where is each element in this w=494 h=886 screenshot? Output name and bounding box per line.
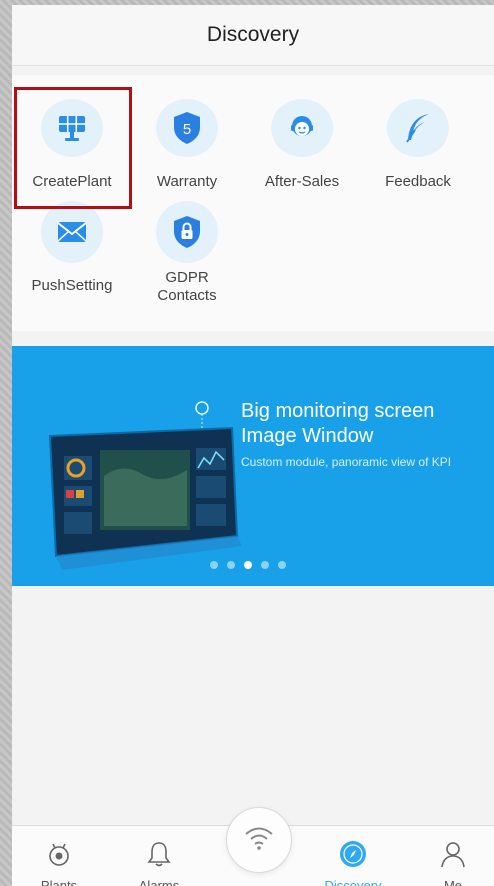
app-screen: Discovery CreatePlant 5 Warranty After-S… bbox=[12, 5, 494, 886]
carousel-dot-active[interactable] bbox=[244, 561, 252, 569]
pushsetting-tile[interactable]: PushSetting bbox=[14, 193, 130, 309]
carousel-dot[interactable] bbox=[278, 561, 286, 569]
feedback-tile[interactable]: Feedback bbox=[360, 75, 476, 191]
tab-plants[interactable]: Plants bbox=[14, 826, 104, 886]
tab-alarms[interactable]: Alarms bbox=[114, 826, 204, 886]
createplant-highlight-box bbox=[14, 87, 132, 209]
carousel-dots[interactable] bbox=[210, 561, 286, 569]
tab-me-label: Me bbox=[443, 878, 463, 886]
tab-plants-label: Plants bbox=[40, 878, 78, 886]
feature-grid: CreatePlant 5 Warranty After-Sales Feedb… bbox=[12, 75, 494, 331]
carousel-dot[interactable] bbox=[210, 561, 218, 569]
promo-banner[interactable]: Big monitoring screen Image Window Custo… bbox=[12, 346, 494, 586]
feedback-label: Feedback bbox=[385, 173, 451, 190]
after-sales-label: After-Sales bbox=[264, 173, 340, 190]
banner-title-line1: Big monitoring screen bbox=[241, 400, 435, 422]
pushsetting-label: PushSetting bbox=[31, 277, 113, 294]
warranty-badge: 5 bbox=[183, 121, 191, 138]
user-icon bbox=[440, 840, 466, 868]
tab-alarms-label: Alarms bbox=[138, 878, 180, 886]
warranty-tile[interactable]: 5 Warranty bbox=[129, 75, 245, 191]
tab-discovery[interactable]: Discovery bbox=[308, 826, 398, 886]
after-sales-tile[interactable]: After-Sales bbox=[244, 75, 360, 191]
gdpr-contacts-label: GDPR Contacts bbox=[157, 269, 217, 304]
bell-icon bbox=[146, 840, 172, 868]
mail-icon bbox=[41, 201, 103, 263]
tab-discovery-label: Discovery bbox=[324, 878, 382, 886]
feather-icon bbox=[387, 99, 449, 157]
carousel-dot[interactable] bbox=[227, 561, 235, 569]
carousel-dot[interactable] bbox=[261, 561, 269, 569]
banner-subtitle: Custom module, panoramic view of KPI bbox=[241, 455, 452, 469]
lock-shield-icon bbox=[156, 201, 218, 263]
gdpr-contacts-tile[interactable]: GDPR Contacts bbox=[129, 193, 245, 309]
banner-title-line2: Image Window bbox=[241, 425, 374, 447]
tab-me[interactable]: Me bbox=[408, 826, 494, 886]
page-title: Discovery bbox=[206, 23, 300, 46]
top-bar: Discovery bbox=[12, 5, 494, 66]
plant-icon bbox=[45, 840, 73, 868]
warranty-shield-icon: 5 bbox=[156, 99, 218, 157]
monitor-illustration bbox=[48, 401, 242, 570]
wifi-button[interactable] bbox=[226, 807, 292, 873]
wifi-icon bbox=[243, 825, 275, 856]
compass-icon bbox=[338, 840, 368, 868]
warranty-label: Warranty bbox=[156, 173, 218, 190]
support-agent-icon bbox=[271, 99, 333, 157]
